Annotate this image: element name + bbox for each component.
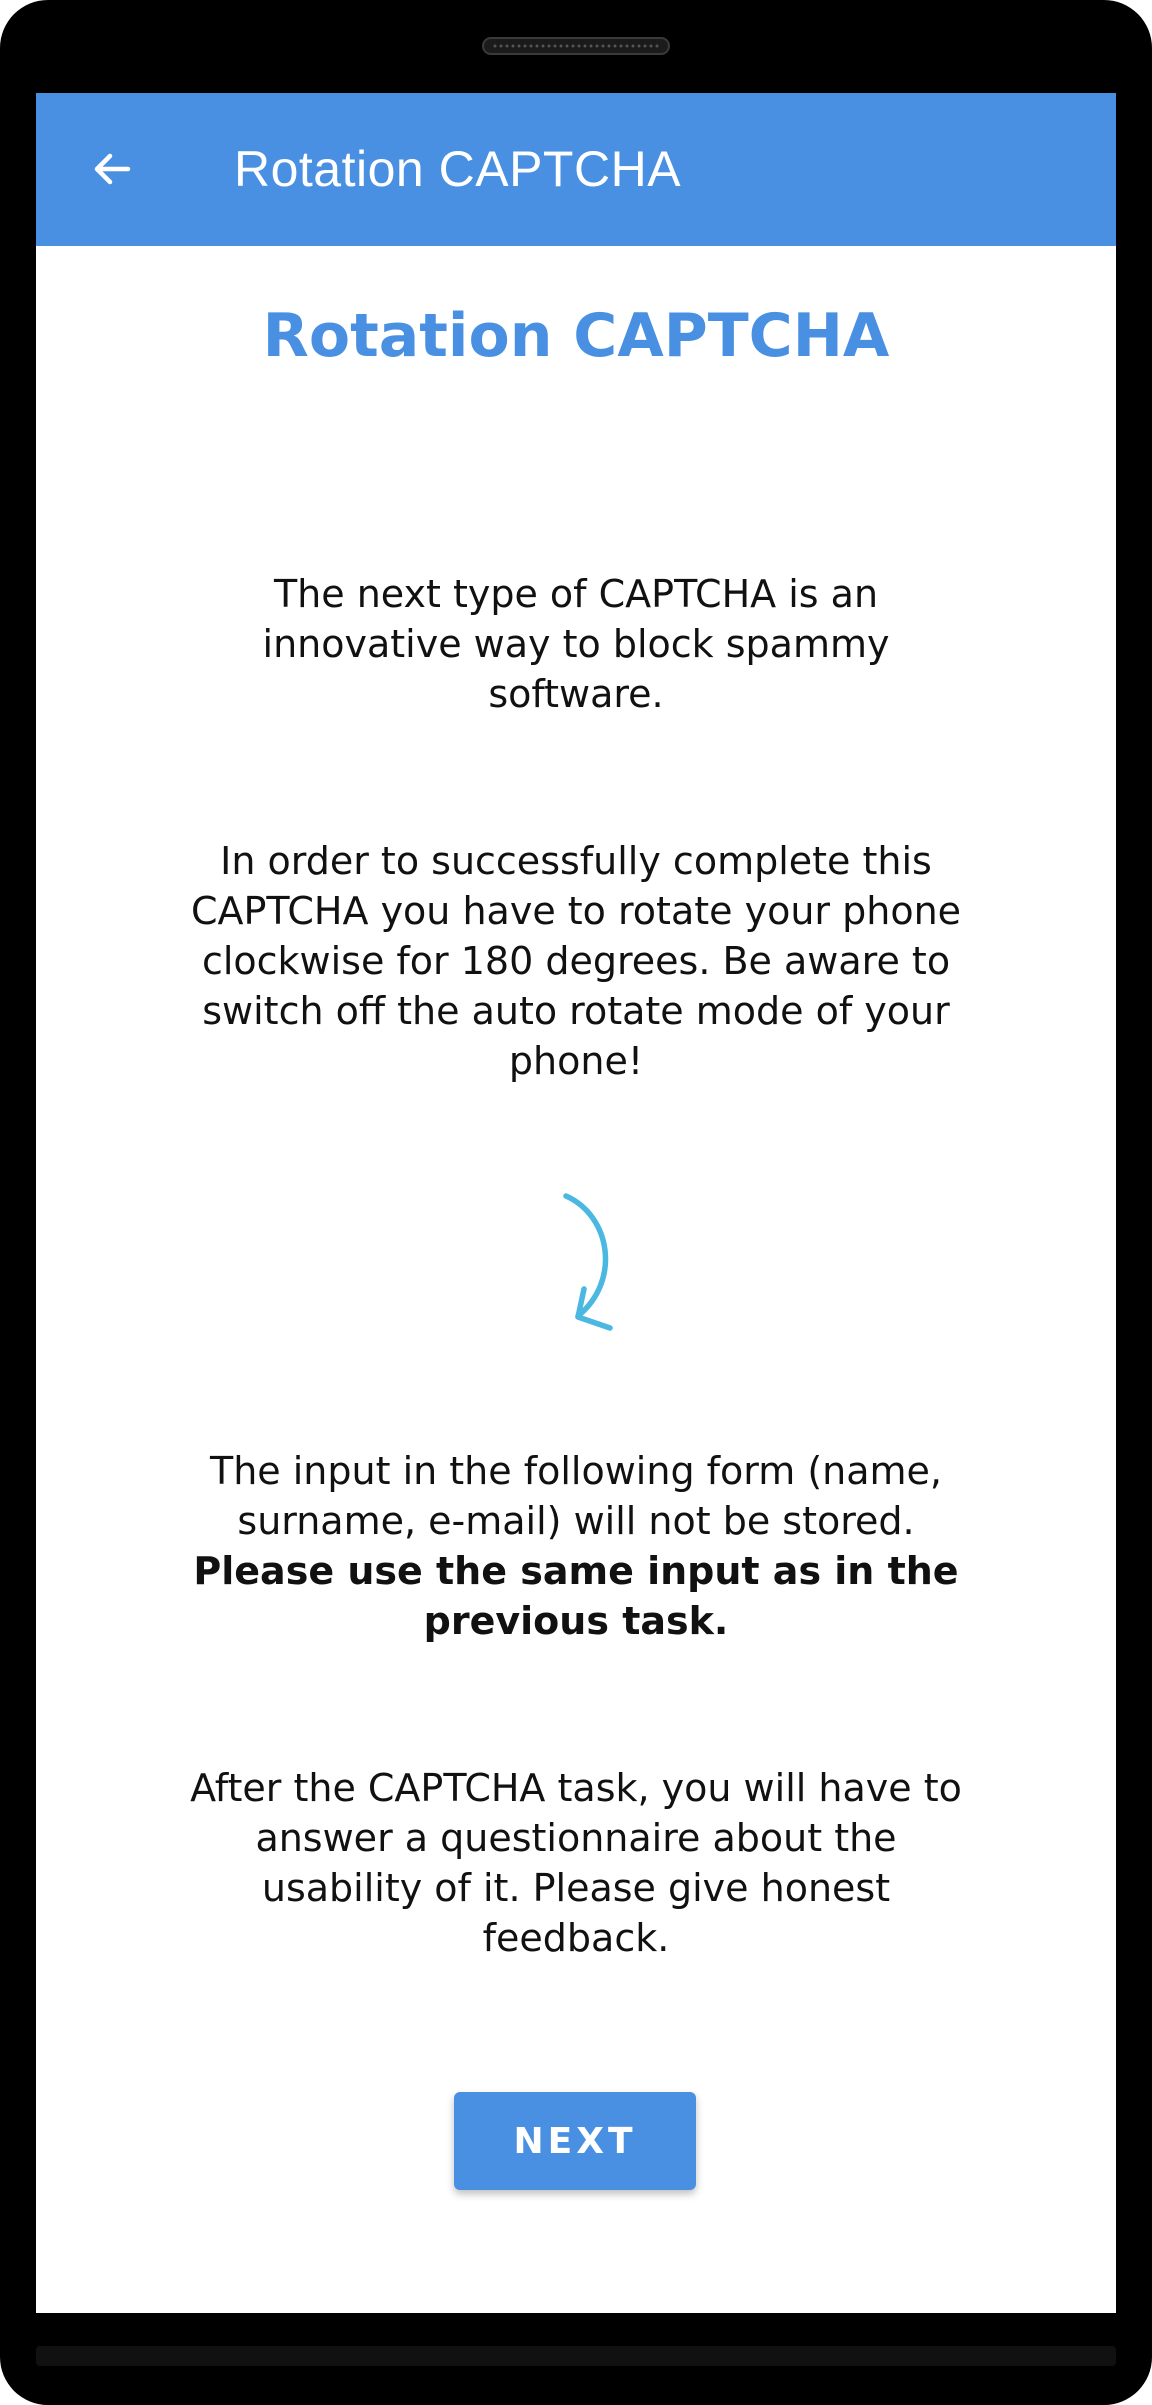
back-button[interactable] <box>76 133 148 205</box>
instruction-paragraph: In order to successfully complete this C… <box>190 839 962 1083</box>
form-notice-bold: Please use the same input as in the prev… <box>193 1549 959 1643</box>
next-button[interactable]: NEXT <box>454 2092 696 2190</box>
phone-frame: Rotation CAPTCHA Rotation CAPTCHA The ne… <box>0 0 1152 2405</box>
page-heading: Rotation CAPTCHA <box>262 301 890 371</box>
screen: Rotation CAPTCHA Rotation CAPTCHA The ne… <box>36 93 1116 2313</box>
questionnaire-paragraph: After the CAPTCHA task, you will have to… <box>190 1766 962 1960</box>
intro-paragraph: The next type of CAPTCHA is an innovativ… <box>262 572 890 716</box>
bottom-bezel <box>36 2346 1116 2366</box>
app-bar-title: Rotation CAPTCHA <box>234 141 682 197</box>
form-notice-paragraph: The input in the following form (name, s… <box>146 1446 1006 1646</box>
arrow-left-icon <box>94 153 131 185</box>
speaker-grille <box>482 37 670 55</box>
speaker-dots <box>492 44 660 48</box>
form-notice-text: The input in the following form (name, s… <box>209 1449 942 1543</box>
app-bar: Rotation CAPTCHA <box>36 93 1116 246</box>
rotate-clockwise-arrow-icon <box>563 1193 613 1331</box>
